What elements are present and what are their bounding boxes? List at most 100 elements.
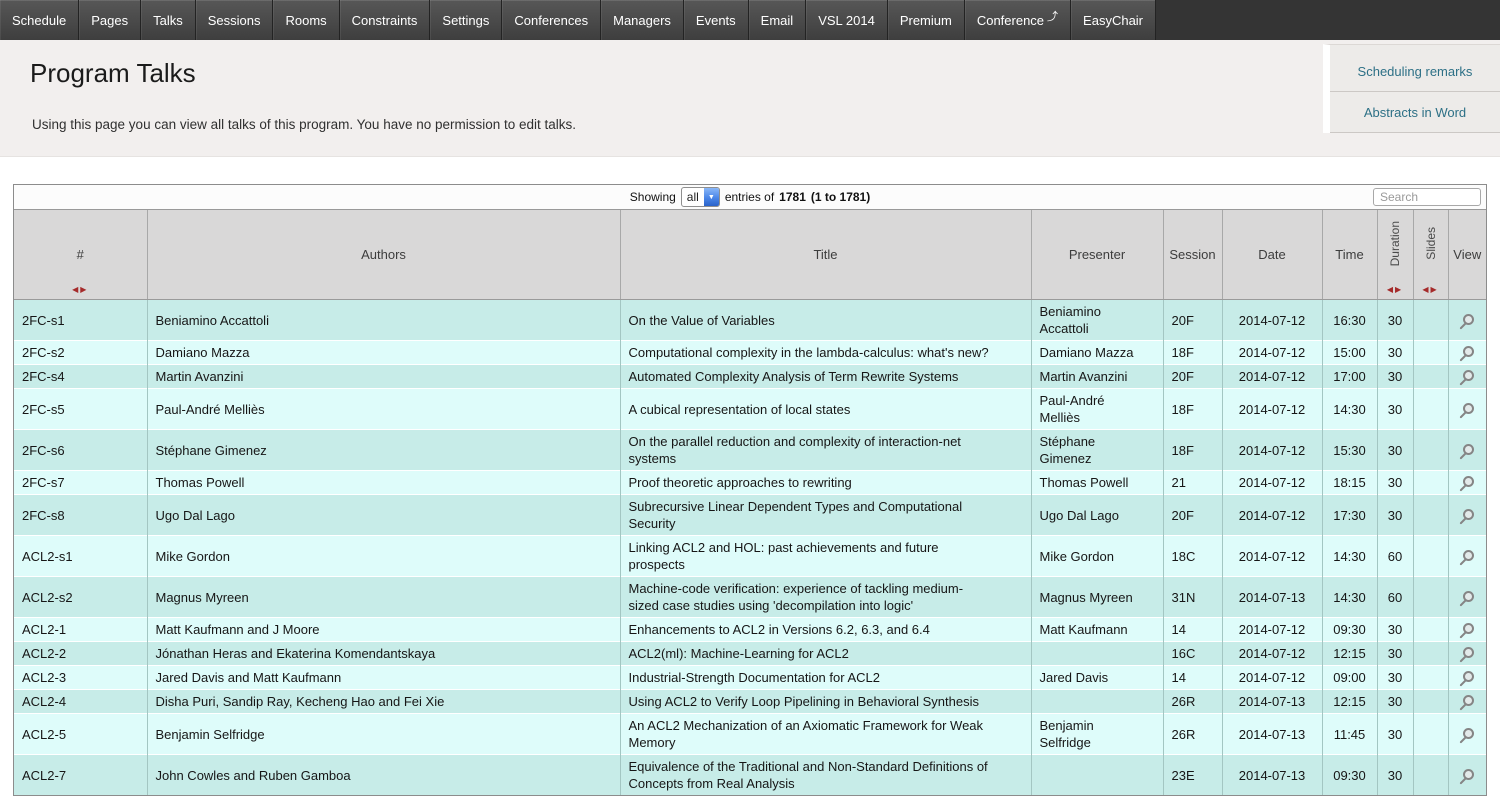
talk-slides <box>1413 618 1448 642</box>
talk-id: 2FC-s5 <box>14 389 147 430</box>
sort-arrows-icon[interactable]: ◀▶ <box>72 285 88 294</box>
talk-slides <box>1413 430 1448 471</box>
nav-tab-easychair[interactable]: EasyChair <box>1071 0 1156 40</box>
nav-tab-label: Schedule <box>12 13 66 28</box>
talk-session: 14 <box>1163 666 1222 690</box>
view-magnifier-icon[interactable] <box>1459 403 1475 418</box>
view-magnifier-icon[interactable] <box>1459 591 1475 606</box>
col-header-authors: Authors <box>147 210 620 300</box>
nav-tab-schedule[interactable]: Schedule <box>0 0 79 40</box>
view-magnifier-icon[interactable] <box>1459 476 1475 491</box>
talk-title: Equivalence of the Traditional and Non-S… <box>620 755 1031 796</box>
nav-tab-managers[interactable]: Managers <box>601 0 684 40</box>
nav-tab-conferences[interactable]: Conferences <box>502 0 601 40</box>
search-input[interactable] <box>1373 188 1481 206</box>
talk-session: 20F <box>1163 300 1222 341</box>
talk-title: Proof theoretic approaches to rewriting <box>620 471 1031 495</box>
talk-authors: Martin Avanzini <box>147 365 620 389</box>
col-header-number[interactable]: # ◀▶ <box>14 210 147 300</box>
talk-time: 14:30 <box>1322 389 1377 430</box>
table-row: ACL2-5 Benjamin Selfridge An ACL2 Mechan… <box>14 714 1486 755</box>
side-link-abstracts-in-word[interactable]: Abstracts in Word <box>1330 92 1500 133</box>
talk-presenter: Thomas Powell <box>1031 471 1163 495</box>
talk-presenter: Ugo Dal Lago <box>1031 495 1163 536</box>
sort-arrows-icon[interactable]: ◀▶ <box>1422 285 1438 294</box>
side-link-scheduling-remarks[interactable]: Scheduling remarks <box>1330 51 1500 92</box>
entries-per-page-select[interactable]: all ▼ <box>681 187 720 207</box>
talk-duration: 30 <box>1377 365 1413 389</box>
nav-tab-constraints[interactable]: Constraints <box>340 0 431 40</box>
talk-date: 2014-07-12 <box>1222 666 1322 690</box>
talk-presenter: Paul-André Melliès <box>1031 389 1163 430</box>
view-magnifier-icon[interactable] <box>1459 671 1475 686</box>
talk-presenter: Matt Kaufmann <box>1031 618 1163 642</box>
nav-tab-events[interactable]: Events <box>684 0 749 40</box>
nav-tab-settings[interactable]: Settings <box>430 0 502 40</box>
talk-view-cell <box>1448 495 1486 536</box>
talk-view-cell <box>1448 755 1486 796</box>
talk-id: 2FC-s8 <box>14 495 147 536</box>
talk-id: 2FC-s7 <box>14 471 147 495</box>
view-magnifier-icon[interactable] <box>1459 370 1475 385</box>
talk-presenter <box>1031 690 1163 714</box>
col-header-session: Session <box>1163 210 1222 300</box>
entries-total: 1781 <box>779 190 806 204</box>
view-magnifier-icon[interactable] <box>1459 444 1475 459</box>
view-magnifier-icon[interactable] <box>1459 647 1475 662</box>
talk-view-cell <box>1448 300 1486 341</box>
view-magnifier-icon[interactable] <box>1459 314 1475 329</box>
col-label: Time <box>1335 247 1363 262</box>
entries-summary: Showing all ▼ entries of 1781 (1 to 1781… <box>14 185 1486 209</box>
view-magnifier-icon[interactable] <box>1459 728 1475 743</box>
talk-id: 2FC-s4 <box>14 365 147 389</box>
nav-tab-sessions[interactable]: Sessions <box>196 0 274 40</box>
talk-authors: Ugo Dal Lago <box>147 495 620 536</box>
talk-presenter: Beniamino Accattoli <box>1031 300 1163 341</box>
talk-slides <box>1413 666 1448 690</box>
talk-slides <box>1413 471 1448 495</box>
talk-time: 15:00 <box>1322 341 1377 365</box>
view-magnifier-icon[interactable] <box>1459 769 1475 784</box>
view-magnifier-icon[interactable] <box>1459 509 1475 524</box>
nav-tab-email[interactable]: Email <box>749 0 807 40</box>
talk-authors: Thomas Powell <box>147 471 620 495</box>
talk-time: 14:30 <box>1322 536 1377 577</box>
talk-session: 18C <box>1163 536 1222 577</box>
nav-tab-label: VSL 2014 <box>818 13 875 28</box>
col-label: Date <box>1258 247 1285 262</box>
talk-view-cell <box>1448 430 1486 471</box>
talk-date: 2014-07-12 <box>1222 642 1322 666</box>
talk-session: 26R <box>1163 714 1222 755</box>
talks-tbody: 2FC-s1 Beniamino Accattoli On the Value … <box>14 300 1486 796</box>
entries-prefix: entries of <box>725 190 774 204</box>
nav-tab-pages[interactable]: Pages <box>79 0 141 40</box>
view-magnifier-icon[interactable] <box>1459 695 1475 710</box>
talk-view-cell <box>1448 577 1486 618</box>
col-header-duration[interactable]: Duration ◀▶ <box>1377 210 1413 300</box>
view-magnifier-icon[interactable] <box>1459 623 1475 638</box>
talk-duration: 30 <box>1377 642 1413 666</box>
sort-arrows-icon[interactable]: ◀▶ <box>1387 285 1403 294</box>
talk-time: 16:30 <box>1322 300 1377 341</box>
talk-title: Machine-code verification: experience of… <box>620 577 1031 618</box>
col-label: Authors <box>361 247 406 262</box>
col-header-title: Title <box>620 210 1031 300</box>
talk-view-cell <box>1448 536 1486 577</box>
page-description: Using this page you can view all talks o… <box>32 117 576 132</box>
talk-duration: 30 <box>1377 341 1413 365</box>
talk-authors: Jared Davis and Matt Kaufmann <box>147 666 620 690</box>
talk-session: 18F <box>1163 430 1222 471</box>
view-magnifier-icon[interactable] <box>1459 550 1475 565</box>
nav-tab-premium[interactable]: Premium <box>888 0 965 40</box>
nav-tab-talks[interactable]: Talks <box>141 0 196 40</box>
talk-duration: 30 <box>1377 618 1413 642</box>
col-header-slides[interactable]: Slides ◀▶ <box>1413 210 1448 300</box>
top-navigation: Schedule Pages Talks Sessions Rooms Cons… <box>0 0 1500 40</box>
nav-tab-conference[interactable]: Conference ⤴ <box>965 0 1071 40</box>
view-magnifier-icon[interactable] <box>1459 346 1475 361</box>
nav-tab-rooms[interactable]: Rooms <box>273 0 339 40</box>
nav-tab-vsl-2014[interactable]: VSL 2014 <box>806 0 888 40</box>
talk-duration: 30 <box>1377 755 1413 796</box>
talk-id: ACL2-5 <box>14 714 147 755</box>
talk-duration: 30 <box>1377 430 1413 471</box>
